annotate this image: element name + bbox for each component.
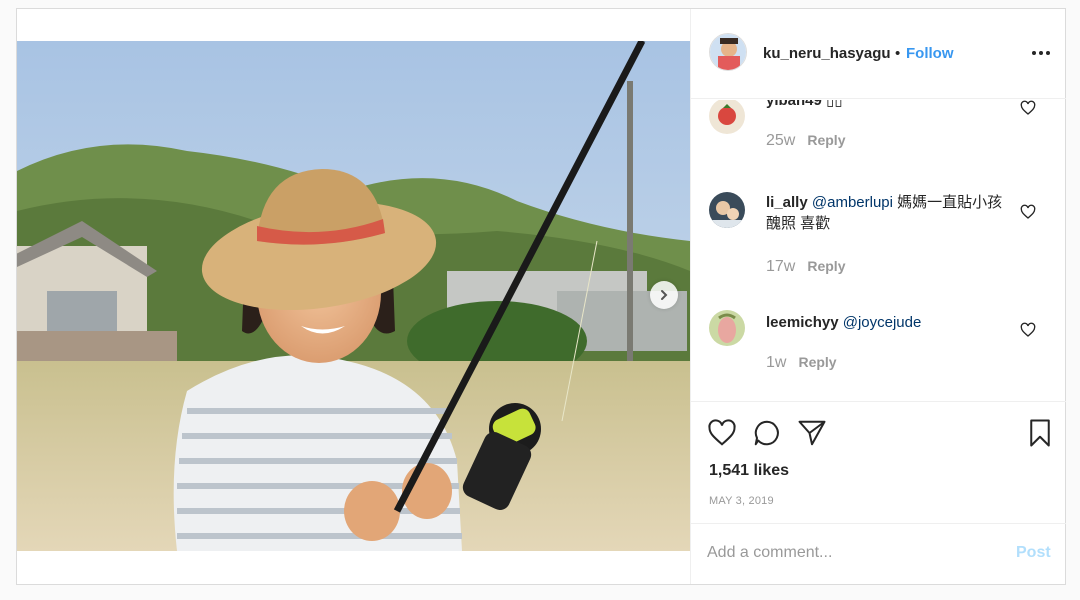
reply-button[interactable]: Reply — [807, 258, 845, 274]
bookmark-icon — [1030, 419, 1050, 447]
comment-time[interactable]: 1w — [766, 354, 786, 371]
comment-username[interactable]: leemichyy — [766, 314, 839, 331]
comment-username[interactable]: li_ally — [766, 194, 808, 211]
comment-like-button[interactable] — [1020, 100, 1036, 116]
comment-input[interactable] — [707, 540, 997, 566]
comment-list[interactable]: yiban49 ▯▯ 25w Reply li_ally @amberlupi … — [691, 100, 1066, 400]
heart-icon — [708, 419, 736, 446]
post-photo[interactable] — [17, 41, 690, 551]
add-comment-bar: Post — [691, 523, 1066, 584]
comment-avatar[interactable] — [709, 100, 745, 134]
comment-username[interactable]: yiban49 — [766, 100, 822, 109]
next-photo-button[interactable] — [650, 281, 678, 309]
heart-icon — [1020, 322, 1036, 337]
comment-text: leemichyy @joycejude — [766, 312, 1006, 333]
avatar-image — [710, 34, 746, 70]
post-card: ku_neru_hasyagu • Follow yiban49 ▯▯ 25w … — [16, 8, 1066, 585]
comment-meta: 25w Reply — [766, 132, 845, 150]
comment-body: ▯▯ — [821, 100, 843, 109]
comment-mention[interactable]: @joycejude — [843, 314, 922, 331]
post-header: ku_neru_hasyagu • Follow — [691, 9, 1066, 99]
comment-time[interactable]: 17w — [766, 258, 795, 275]
paper-plane-icon — [798, 420, 826, 446]
avatar-image — [709, 310, 745, 346]
post-sidebar: ku_neru_hasyagu • Follow yiban49 ▯▯ 25w … — [690, 9, 1066, 584]
header-separator: • — [895, 45, 901, 62]
author-username[interactable]: ku_neru_hasyagu — [763, 45, 891, 62]
chevron-right-icon — [661, 290, 668, 300]
comment-like-button[interactable] — [1020, 322, 1036, 338]
like-button[interactable] — [707, 418, 737, 448]
comment-text: yiban49 ▯▯ — [766, 100, 1006, 111]
comment-avatar[interactable] — [709, 310, 745, 346]
follow-button[interactable]: Follow — [906, 45, 954, 62]
post-actions: 1,541 likes MAY 3, 2019 — [691, 401, 1066, 523]
avatar-image — [709, 192, 745, 228]
comment-like-button[interactable] — [1020, 204, 1036, 220]
comment-meta: 17w Reply — [766, 258, 845, 276]
reply-button[interactable]: Reply — [807, 132, 845, 148]
comment-button[interactable] — [752, 418, 782, 448]
post-comment-button[interactable]: Post — [1016, 544, 1051, 562]
comment-bubble-icon — [754, 420, 779, 446]
photo-image — [17, 41, 690, 551]
comment-meta: 1w Reply — [766, 354, 837, 372]
more-options-button[interactable] — [1029, 43, 1053, 63]
avatar-image — [709, 100, 745, 134]
comment-avatar[interactable] — [709, 192, 745, 228]
post-date[interactable]: MAY 3, 2019 — [709, 495, 774, 507]
author-avatar[interactable] — [709, 33, 747, 71]
comment-time[interactable]: 25w — [766, 132, 795, 149]
comment-text: li_ally @amberlupi 媽媽一直貼小孩醜照 喜歡 — [766, 192, 1006, 234]
post-media — [17, 9, 690, 584]
comment-mention[interactable]: @amberlupi — [812, 194, 893, 211]
share-button[interactable] — [797, 418, 827, 448]
heart-icon — [1020, 100, 1036, 115]
likes-count[interactable]: 1,541 likes — [709, 462, 789, 480]
save-button[interactable] — [1025, 418, 1055, 448]
reply-button[interactable]: Reply — [798, 354, 836, 370]
heart-icon — [1020, 204, 1036, 219]
more-horizontal-icon — [1032, 51, 1050, 55]
